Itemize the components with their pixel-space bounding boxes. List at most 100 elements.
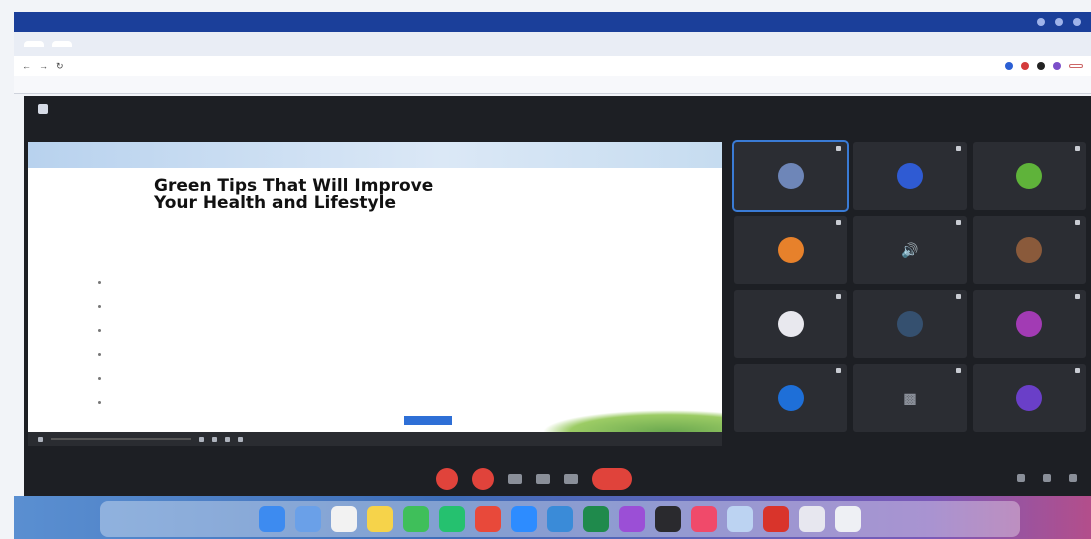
address-bar[interactable]: ← → ↻ xyxy=(14,56,1091,76)
maps-icon[interactable] xyxy=(547,506,573,532)
mic-status-icon xyxy=(836,220,842,225)
share-button[interactable] xyxy=(1069,64,1083,68)
participant-tile[interactable]: 🔊 xyxy=(853,216,967,284)
list-item xyxy=(98,342,101,366)
participant-tile[interactable] xyxy=(972,216,1086,284)
extension-icon[interactable] xyxy=(1005,62,1013,70)
maximize-icon[interactable] xyxy=(1055,18,1063,26)
next-slide-icon[interactable] xyxy=(212,436,217,442)
bullet-icon xyxy=(98,280,101,284)
avatar xyxy=(777,385,804,411)
slide-title-line2: Your Health and Lifestyle xyxy=(154,193,396,213)
minimize-icon[interactable] xyxy=(1037,18,1045,26)
mic-status-icon xyxy=(836,294,842,299)
slide-title: Green Tips That Will Improve Your Health… xyxy=(154,178,433,212)
avatar xyxy=(1016,311,1043,337)
browser-tab-strip xyxy=(14,32,1091,56)
control-buttons xyxy=(436,468,632,490)
settings-icon[interactable] xyxy=(1069,474,1077,482)
chrome-icon[interactable] xyxy=(475,506,501,532)
photo-avatar xyxy=(1016,237,1043,263)
keynote-icon[interactable] xyxy=(799,506,825,532)
close-icon[interactable] xyxy=(1073,18,1081,26)
pointer-icon[interactable] xyxy=(225,436,230,442)
mic-status-icon xyxy=(836,146,842,151)
extension-icon[interactable] xyxy=(1021,62,1029,70)
mic-status-icon xyxy=(955,368,961,373)
avatar xyxy=(896,163,923,189)
video-off-icon: ▩ xyxy=(903,389,917,406)
shield-icon[interactable] xyxy=(38,104,48,114)
slide-page-indicator[interactable] xyxy=(404,416,452,425)
participant-gallery: 🔊 ▩ xyxy=(731,140,1086,432)
participant-tile[interactable] xyxy=(734,290,848,358)
avatar xyxy=(777,311,804,337)
mute-button[interactable] xyxy=(436,468,458,490)
participant-tile[interactable] xyxy=(734,216,848,284)
slide-sky-banner xyxy=(28,142,722,168)
mic-status-icon xyxy=(836,368,842,373)
avatar xyxy=(1016,385,1043,411)
participant-tile[interactable] xyxy=(731,140,850,212)
list-item xyxy=(98,318,101,342)
mic-status-icon xyxy=(1075,368,1080,373)
chat-button[interactable] xyxy=(564,474,578,484)
more-icon[interactable] xyxy=(1043,474,1051,482)
forward-icon[interactable]: → xyxy=(39,61,48,71)
pen-icon[interactable] xyxy=(238,436,243,442)
music-icon[interactable] xyxy=(691,506,717,532)
window-controls xyxy=(1037,18,1091,26)
participant-tile[interactable]: ▩ xyxy=(853,364,967,432)
presentation-toolbar xyxy=(28,432,722,446)
play-icon[interactable] xyxy=(38,436,43,442)
mic-status-icon xyxy=(955,294,961,299)
speaker-icon: 🔊 xyxy=(901,241,919,258)
participants-button[interactable] xyxy=(508,474,522,484)
screen-icon[interactable] xyxy=(655,506,681,532)
share-screen-button[interactable] xyxy=(536,474,550,484)
mic-status-icon xyxy=(1075,146,1080,151)
mic-status-icon xyxy=(1075,294,1080,299)
facetime-icon[interactable] xyxy=(403,506,429,532)
photo-booth-icon[interactable] xyxy=(763,506,789,532)
participant-tile[interactable] xyxy=(853,142,967,210)
meeting-header xyxy=(38,104,48,114)
trash-icon[interactable] xyxy=(835,506,861,532)
stop-video-button[interactable] xyxy=(472,468,494,490)
excel-icon[interactable] xyxy=(583,506,609,532)
avatar xyxy=(896,311,923,337)
meeting-controls xyxy=(24,466,1091,494)
notes-icon[interactable] xyxy=(367,506,393,532)
photos-icon[interactable] xyxy=(295,506,321,532)
browser-tab[interactable] xyxy=(52,41,72,47)
list-item xyxy=(98,270,101,294)
podcasts-icon[interactable] xyxy=(619,506,645,532)
back-icon[interactable]: ← xyxy=(22,61,31,71)
whatsapp-icon[interactable] xyxy=(439,506,465,532)
participant-tile[interactable] xyxy=(972,142,1086,210)
screen: ← → ↻ Green Tips That Will Improve Your … xyxy=(0,0,1091,539)
browser-tab-active[interactable] xyxy=(24,41,44,47)
prev-slide-icon[interactable] xyxy=(199,436,204,442)
participant-tile[interactable] xyxy=(734,364,848,432)
bullet-icon xyxy=(98,304,101,308)
list-item xyxy=(98,366,101,390)
finder-icon[interactable] xyxy=(259,506,285,532)
reactions-icon[interactable] xyxy=(1017,474,1025,482)
control-right xyxy=(1017,474,1077,482)
slide-progress-bar[interactable] xyxy=(51,438,191,440)
bullet-icon xyxy=(98,352,101,356)
participant-tile[interactable] xyxy=(972,290,1086,358)
bullet-icon xyxy=(98,328,101,332)
participant-tile[interactable] xyxy=(972,364,1086,432)
os-menu-bar xyxy=(14,12,1091,32)
calendar-icon[interactable] xyxy=(331,506,357,532)
zoom-icon[interactable] xyxy=(511,506,537,532)
shared-slide: Green Tips That Will Improve Your Health… xyxy=(28,142,722,432)
preview-icon[interactable] xyxy=(727,506,753,532)
profile-avatar[interactable] xyxy=(1053,62,1061,70)
leave-button[interactable] xyxy=(592,468,632,490)
extension-icon[interactable] xyxy=(1037,62,1045,70)
reload-icon[interactable]: ↻ xyxy=(56,61,64,72)
participant-tile[interactable] xyxy=(853,290,967,358)
